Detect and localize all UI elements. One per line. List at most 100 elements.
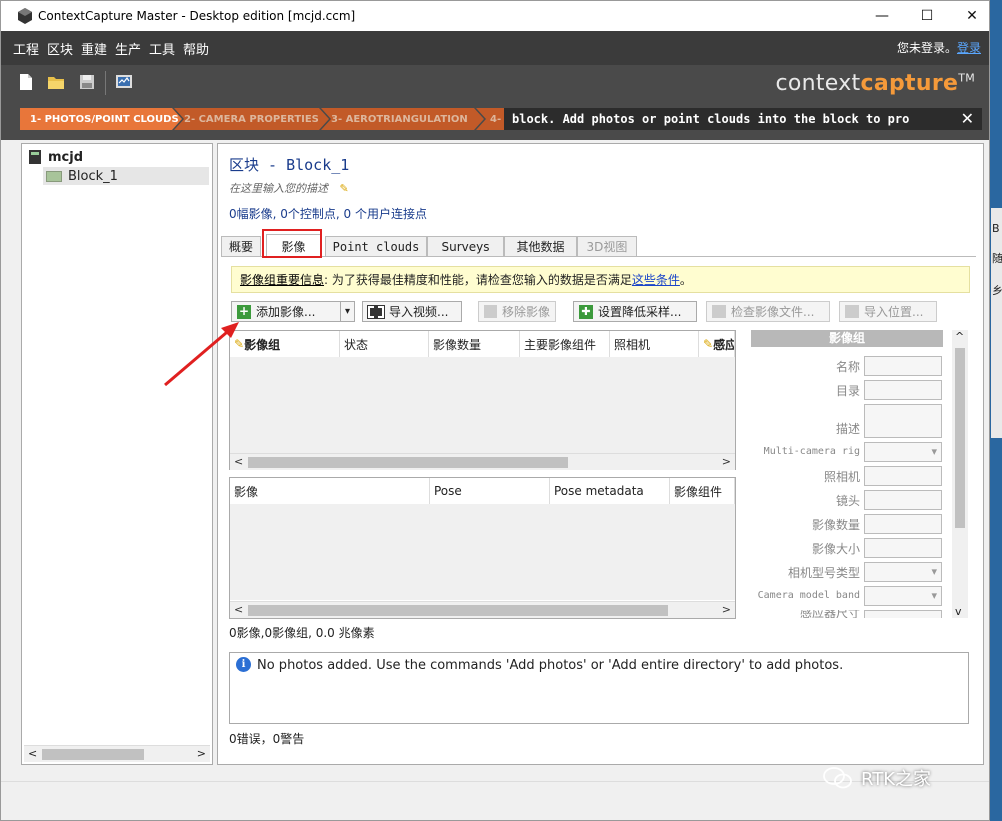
minimize-button[interactable]: —: [859, 1, 905, 31]
import-positions-button[interactable]: 导入位置...: [839, 301, 937, 322]
property-camera-model-band-field[interactable]: [864, 586, 942, 606]
scroll-up-icon[interactable]: ^: [955, 330, 964, 343]
pencil-icon[interactable]: ✎: [340, 182, 349, 195]
set-downsampling-label: 设置降低采样...: [598, 305, 682, 319]
menu-production[interactable]: 生产: [115, 39, 141, 58]
column-header-photo-count[interactable]: 影像数量: [429, 331, 520, 357]
property-camera-field[interactable]: [864, 466, 942, 486]
column-header-main-component[interactable]: 主要影像组件: [520, 331, 610, 357]
scroll-left-icon[interactable]: <: [234, 455, 243, 468]
wizard-tip: block. Add photos or point clouds into t…: [504, 108, 982, 130]
property-description-field[interactable]: [864, 404, 942, 438]
block-stats: 0幅影像, 0个控制点, 0 个用户连接点: [229, 207, 427, 221]
app-window: ContextCapture Master - Desktop edition …: [0, 0, 990, 821]
menu-project[interactable]: 工程: [13, 39, 39, 58]
check-files-icon: [712, 305, 726, 318]
properties-vertical-scrollbar[interactable]: ^ v: [952, 330, 968, 618]
add-photos-button[interactable]: + 添加影像... ▾: [231, 301, 355, 322]
desktop-side-text-1: B: [992, 222, 1000, 235]
property-multi-camera-rig: Multi-camera rig: [751, 442, 943, 462]
tab-other-data[interactable]: 其他数据: [504, 236, 577, 256]
remove-photos-button[interactable]: 移除影像: [478, 301, 556, 322]
pencil-icon: ✎: [703, 337, 714, 351]
add-photos-label: 添加影像...: [256, 305, 316, 319]
tree-horizontal-scrollbar[interactable]: < >: [24, 745, 210, 762]
column-header-photogroup[interactable]: ✎ 影像组: [230, 331, 340, 357]
desktop-side-text-3: 乡: [992, 284, 1002, 297]
set-downsampling-button[interactable]: ✚ 设置降低采样...: [573, 301, 697, 322]
import-video-button[interactable]: 导入视频...: [362, 301, 462, 322]
scroll-thumb[interactable]: [248, 457, 568, 468]
monitor-icon[interactable]: [115, 73, 133, 91]
scroll-thumb[interactable]: [42, 749, 144, 760]
info-bar-text: : 为了获得最佳精度和性能，请检查您输入的数据是否满足: [324, 273, 632, 287]
info-bar-end: 。: [679, 273, 692, 287]
close-button[interactable]: ✕: [949, 1, 989, 31]
brand-logo-left: context: [775, 71, 861, 96]
scroll-right-icon[interactable]: >: [722, 603, 731, 616]
photo-horizontal-scrollbar[interactable]: < >: [230, 601, 735, 618]
menu-tools[interactable]: 工具: [149, 39, 175, 58]
scroll-down-icon[interactable]: v: [955, 605, 962, 618]
conditions-link[interactable]: 这些条件: [632, 271, 680, 288]
block-description[interactable]: 在这里输入您的描述 ✎: [229, 180, 349, 196]
property-name-label: 名称: [835, 360, 860, 374]
menu-reconstruction[interactable]: 重建: [81, 39, 107, 58]
column-header-status[interactable]: 状态: [340, 331, 429, 357]
scroll-right-icon[interactable]: >: [197, 747, 206, 760]
toolbar-separator: [105, 71, 106, 95]
property-directory-label: 目录: [835, 384, 860, 398]
log-message: No photos added. Use the commands 'Add p…: [257, 658, 844, 673]
login-link[interactable]: 登录: [957, 41, 981, 55]
scroll-thumb[interactable]: [248, 605, 668, 616]
tip-close-icon[interactable]: ✕: [961, 108, 974, 130]
scroll-right-icon[interactable]: >: [722, 455, 731, 468]
property-sensor-size: 感应器尺寸: [751, 610, 943, 618]
tree-item-block[interactable]: Block_1: [43, 167, 209, 185]
column-header-sensor[interactable]: ✎ 感应: [699, 331, 735, 357]
open-folder-icon[interactable]: [47, 73, 65, 91]
property-camera: 照相机: [751, 466, 943, 486]
info-bar-label: 影像组重要信息: [240, 273, 325, 287]
property-camera-model-type-label: 相机型号类型: [787, 566, 860, 580]
scroll-left-icon[interactable]: <: [28, 747, 37, 760]
tab-general[interactable]: 概要: [221, 236, 261, 256]
desktop-side-text-2: 随: [992, 252, 1002, 265]
wizard-step-aerotriangulation[interactable]: 3- AEROTRIANGULATION: [321, 108, 484, 130]
maximize-button[interactable]: ☐: [904, 1, 950, 31]
import-positions-icon: [845, 305, 859, 318]
property-directory-field[interactable]: [864, 380, 942, 400]
minimize-icon: —: [875, 8, 889, 24]
property-camera-model-type-field[interactable]: [864, 562, 942, 582]
wizard-step-photos[interactable]: 1- PHOTOS/POINT CLOUDS: [20, 108, 182, 130]
column-header-pose[interactable]: Pose: [430, 478, 550, 504]
column-header-photo[interactable]: 影像: [230, 478, 430, 504]
brand-logo-right: capture: [860, 71, 959, 96]
property-name-field[interactable]: [864, 356, 942, 376]
column-header-pose-metadata[interactable]: Pose metadata: [550, 478, 670, 504]
property-multi-camera-rig-field[interactable]: [864, 442, 942, 462]
check-image-files-button[interactable]: 检查影像文件...: [706, 301, 830, 322]
save-icon[interactable]: [78, 73, 96, 91]
scroll-thumb[interactable]: [955, 348, 965, 528]
scroll-left-icon[interactable]: <: [234, 603, 243, 616]
tree-item-project[interactable]: mcjd: [28, 149, 83, 165]
chevron-down-icon[interactable]: ▾: [340, 302, 354, 321]
menu-block[interactable]: 区块: [47, 39, 73, 58]
wechat-icon: [823, 767, 852, 789]
property-photo-count-field[interactable]: [864, 514, 942, 534]
window-title: ContextCapture Master - Desktop edition …: [38, 9, 356, 23]
property-sensor-size-field[interactable]: [864, 610, 942, 618]
new-file-icon[interactable]: [17, 73, 35, 91]
wizard-step-camera-properties[interactable]: 2- CAMERA PROPERTIES: [174, 108, 329, 130]
column-header-photo-component[interactable]: 影像组件: [670, 478, 735, 504]
tab-point-clouds[interactable]: Point clouds: [325, 236, 427, 256]
photogroup-horizontal-scrollbar[interactable]: < >: [230, 453, 735, 470]
photogroup-table: ✎ 影像组 状态 影像数量 主要影像组件 照相机 ✎ 感应 < >: [229, 330, 736, 470]
tab-surveys[interactable]: Surveys: [427, 236, 504, 256]
tab-3d-view[interactable]: 3D视图: [577, 236, 637, 256]
column-header-camera[interactable]: 照相机: [610, 331, 699, 357]
menu-help[interactable]: 帮助: [183, 39, 209, 58]
property-photo-size-field[interactable]: [864, 538, 942, 558]
property-lens-field[interactable]: [864, 490, 942, 510]
